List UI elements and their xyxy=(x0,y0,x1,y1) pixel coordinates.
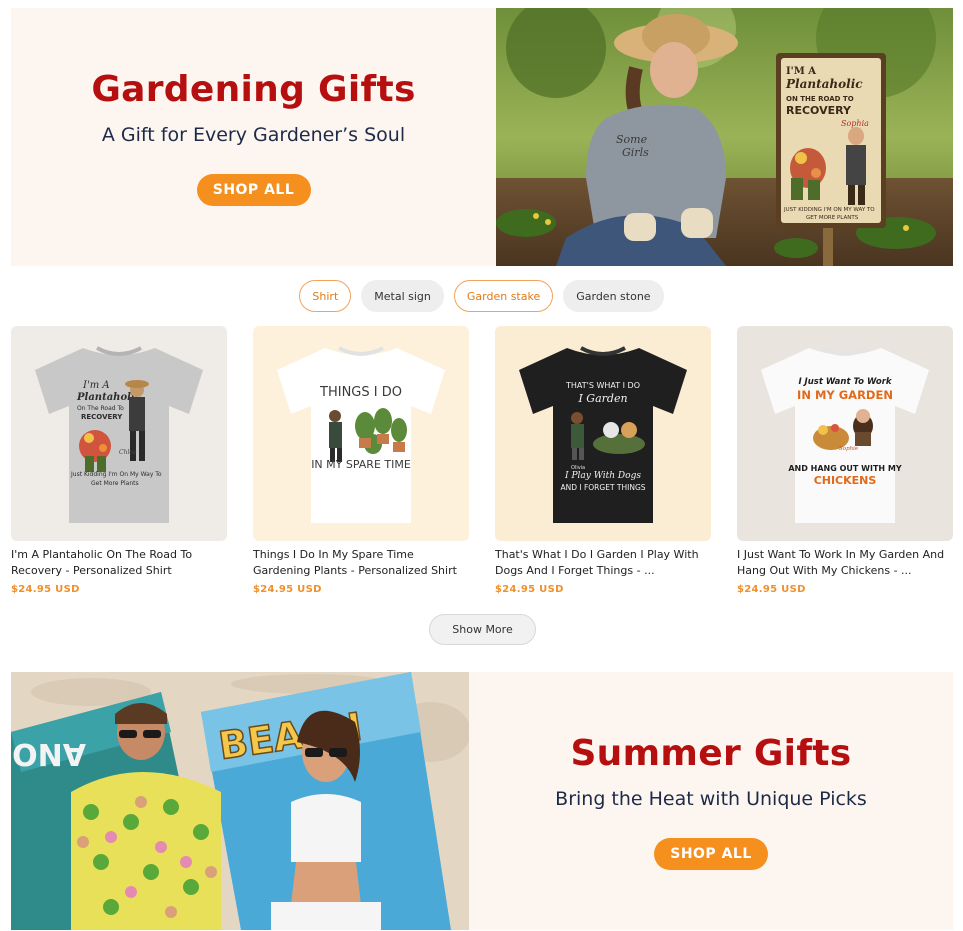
print-name: Sophie xyxy=(839,446,859,452)
towel-text: ANO xyxy=(12,736,86,771)
shirt-print-line-1: Some xyxy=(616,133,648,146)
product-title[interactable]: I Just Want To Work In My Garden And Han… xyxy=(737,547,953,579)
print-line: IN MY GARDEN xyxy=(797,388,893,402)
gardening-hero-subtitle: A Gift for Every Gardener’s Soul xyxy=(101,123,406,146)
print-line: I Just Want To Work xyxy=(798,377,892,387)
summer-hero: ANO BEACH Summer Gifts Bring the Heat wi… xyxy=(11,672,953,930)
product-title[interactable]: That's What I Do I Garden I Play With Do… xyxy=(495,547,711,579)
gardening-hero: Gardening Gifts A Gift for Every Gardene… xyxy=(11,8,953,266)
product-title[interactable]: I'm A Plantaholic On The Road To Recover… xyxy=(11,547,227,579)
chip-metal-sign[interactable]: Metal sign xyxy=(361,280,444,312)
shirt-print-line-2: Girls xyxy=(622,146,649,159)
sign-line-1: I'M A xyxy=(786,66,816,77)
product-grid: I'm A Plantaholic On The Road To RECOVER… xyxy=(11,326,953,595)
gardening-hero-text: Gardening Gifts A Gift for Every Gardene… xyxy=(11,8,496,266)
product-price: $24.95 USD xyxy=(253,584,322,595)
product-image[interactable]: I Just Want To Work IN MY GARDEN Sophie … xyxy=(737,326,953,541)
product-card[interactable]: THAT'S WHAT I DO I Garden Olivia I Play … xyxy=(495,326,711,595)
product-price: $24.95 USD xyxy=(495,584,564,595)
gardening-shop-all-button[interactable]: SHOP ALL xyxy=(196,173,311,206)
sign-line-2: Plantaholic xyxy=(785,77,863,91)
product-card[interactable]: THINGS I DO IN MY SPARE TIME Things I Do… xyxy=(253,326,469,595)
summer-hero-text: Summer Gifts Bring the Heat with Unique … xyxy=(469,672,953,930)
category-filter-chips: Shirt Metal sign Garden stake Garden sto… xyxy=(0,280,963,312)
sign-line-7: GET MORE PLANTS xyxy=(806,215,859,221)
product-image[interactable]: I'm A Plantaholic On The Road To RECOVER… xyxy=(11,326,227,541)
print-line: AND I FORGET THINGS xyxy=(560,483,645,492)
print-line: CHICKENS xyxy=(814,474,877,487)
product-card[interactable]: I'm A Plantaholic On The Road To RECOVER… xyxy=(11,326,227,595)
product-card[interactable]: I Just Want To Work IN MY GARDEN Sophie … xyxy=(737,326,953,595)
print-line: RECOVERY xyxy=(81,413,123,421)
sign-line-4: RECOVERY xyxy=(786,104,852,117)
print-line: Just Kidding I'm On My Way To xyxy=(70,471,162,478)
product-title[interactable]: Things I Do In My Spare Time Gardening P… xyxy=(253,547,469,579)
chip-garden-stone[interactable]: Garden stone xyxy=(563,280,664,312)
chip-garden-stake[interactable]: Garden stake xyxy=(453,280,554,312)
sign-line-6: JUST KIDDING I'M ON MY WAY TO xyxy=(783,207,875,213)
print-line: THAT'S WHAT I DO xyxy=(565,381,640,390)
print-line: THINGS I DO xyxy=(319,385,402,400)
product-image[interactable]: THAT'S WHAT I DO I Garden Olivia I Play … xyxy=(495,326,711,541)
summer-hero-subtitle: Bring the Heat with Unique Picks xyxy=(555,787,867,810)
print-line: IN MY SPARE TIME xyxy=(311,458,411,471)
product-image[interactable]: THINGS I DO IN MY SPARE TIME xyxy=(253,326,469,541)
product-price: $24.95 USD xyxy=(11,584,80,595)
gardener-photo: Some Girls I'M A Plantaholic ON THE ROAD… xyxy=(496,8,953,266)
print-line: AND HANG OUT WITH MY xyxy=(788,464,901,473)
summer-hero-title: Summer Gifts xyxy=(570,732,852,774)
show-more-button[interactable]: Show More xyxy=(429,614,536,645)
gardening-hero-title: Gardening Gifts xyxy=(91,68,416,110)
print-line: Get More Plants xyxy=(91,480,139,487)
beach-couple-photo: ANO BEACH xyxy=(11,672,469,930)
print-line: I Garden xyxy=(577,392,627,405)
print-line: I Play With Dogs xyxy=(564,471,641,481)
sign-line-3: ON THE ROAD TO xyxy=(786,95,854,103)
summer-hero-image: ANO BEACH xyxy=(11,672,469,930)
print-line: I'm A xyxy=(82,380,110,391)
sign-name: Sophia xyxy=(841,119,869,128)
print-name: Chloe xyxy=(119,449,137,456)
summer-shop-all-button[interactable]: SHOP ALL xyxy=(654,837,768,870)
chip-shirt[interactable]: Shirt xyxy=(299,280,352,312)
print-line: On The Road To xyxy=(77,405,124,412)
gardening-hero-image: Some Girls I'M A Plantaholic ON THE ROAD… xyxy=(496,8,953,266)
product-price: $24.95 USD xyxy=(737,584,806,595)
